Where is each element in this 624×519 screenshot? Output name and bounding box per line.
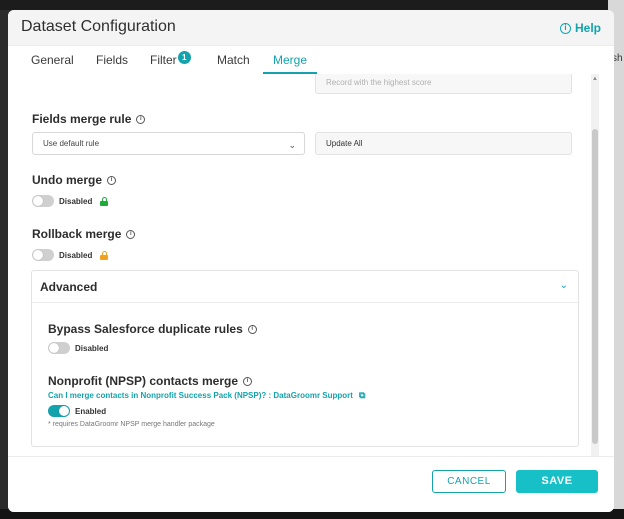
save-button[interactable]: SAVE: [516, 470, 598, 493]
info-icon[interactable]: i: [107, 175, 117, 185]
undo-merge-toggle-row: Disabled: [32, 195, 109, 207]
chevron-down-icon[interactable]: ⌄: [560, 280, 568, 291]
npsp-support-link-text: Can I merge contacts in Nonprofit Succes…: [48, 391, 353, 400]
tab-match[interactable]: Match: [217, 53, 250, 74]
merge-settings-panel: Record with the highest score Fields mer…: [8, 74, 601, 456]
info-icon[interactable]: i: [247, 324, 257, 334]
modal-header: Dataset Configuration i Help: [8, 10, 614, 46]
rollback-merge-toggle-row: Disabled: [32, 249, 109, 261]
chevron-down-icon: ⌄: [288, 140, 296, 150]
fields-merge-rule-heading: Fields merge rule i: [32, 112, 146, 126]
rollback-merge-label: Rollback merge: [32, 227, 122, 241]
info-icon[interactable]: i: [136, 114, 146, 124]
external-link-icon: ⧉: [358, 390, 366, 400]
info-icon[interactable]: i: [243, 376, 253, 386]
npsp-status: Enabled: [75, 406, 107, 416]
npsp-contacts-merge-toggle[interactable]: [48, 405, 70, 417]
rollback-merge-toggle[interactable]: [32, 249, 54, 261]
npsp-requirement-note: * requires DataGroomr NPSP merge handler…: [48, 421, 215, 428]
cancel-button[interactable]: CANCEL: [432, 470, 506, 493]
lock-icon: [100, 250, 109, 260]
npsp-support-link[interactable]: Can I merge contacts in Nonprofit Succes…: [48, 390, 365, 401]
npsp-contacts-merge-heading: Nonprofit (NPSP) contacts merge i: [48, 374, 253, 388]
rollback-merge-status: Disabled: [59, 250, 93, 260]
tab-fields[interactable]: Fields: [96, 53, 128, 74]
tab-bar: General Fields Filter 1 Match Merge: [8, 46, 614, 74]
lock-icon: [100, 196, 109, 206]
tab-filter[interactable]: Filter 1: [150, 51, 191, 74]
npsp-contacts-merge-label: Nonprofit (NPSP) contacts merge: [48, 374, 239, 388]
background-top-strip: [0, 0, 624, 10]
filter-count-badge: 1: [177, 51, 191, 64]
npsp-toggle-row: Enabled: [48, 405, 106, 417]
help-link[interactable]: i Help: [559, 21, 601, 35]
advanced-section-header[interactable]: Advanced ⌄: [32, 271, 578, 303]
scrollbar-thumb[interactable]: [592, 129, 598, 444]
bypass-duplicate-rules-toggle[interactable]: [48, 342, 70, 354]
dataset-configuration-modal: Dataset Configuration i Help General Fie…: [8, 10, 614, 512]
tab-merge[interactable]: Merge: [263, 53, 318, 74]
bypass-status: Disabled: [75, 343, 109, 353]
help-label: Help: [574, 21, 601, 35]
undo-merge-label: Undo merge: [32, 173, 103, 187]
advanced-title: Advanced: [40, 280, 98, 294]
fields-merge-rule-select-value: Use default rule: [43, 139, 100, 148]
undo-merge-heading: Undo merge i: [32, 173, 117, 187]
master-record-rule-field[interactable]: Record with the highest score: [315, 74, 572, 94]
modal-footer: CANCEL SAVE: [8, 456, 614, 512]
bypass-duplicate-rules-heading: Bypass Salesforce duplicate rules i: [48, 322, 257, 336]
info-circle-icon: i: [559, 22, 571, 34]
fields-merge-rule-select[interactable]: Use default rule ⌄: [32, 132, 305, 155]
modal-title: Dataset Configuration: [21, 18, 176, 35]
tab-filter-label: Filter: [150, 53, 177, 67]
info-icon[interactable]: i: [126, 229, 136, 239]
scroll-up-arrow-icon[interactable]: ▲: [591, 76, 599, 84]
content-scrollbar[interactable]: ▲: [591, 74, 599, 456]
rollback-merge-heading: Rollback merge i: [32, 227, 136, 241]
undo-merge-status: Disabled: [59, 196, 93, 206]
tab-general[interactable]: General: [31, 53, 74, 74]
undo-merge-toggle[interactable]: [32, 195, 54, 207]
advanced-section: Advanced ⌄ Bypass Salesforce duplicate r…: [31, 270, 579, 447]
bypass-toggle-row: Disabled: [48, 342, 108, 354]
fields-merge-rule-value-field[interactable]: Update All: [315, 132, 572, 155]
fields-merge-rule-label: Fields merge rule: [32, 112, 132, 126]
bypass-duplicate-rules-label: Bypass Salesforce duplicate rules: [48, 322, 243, 336]
